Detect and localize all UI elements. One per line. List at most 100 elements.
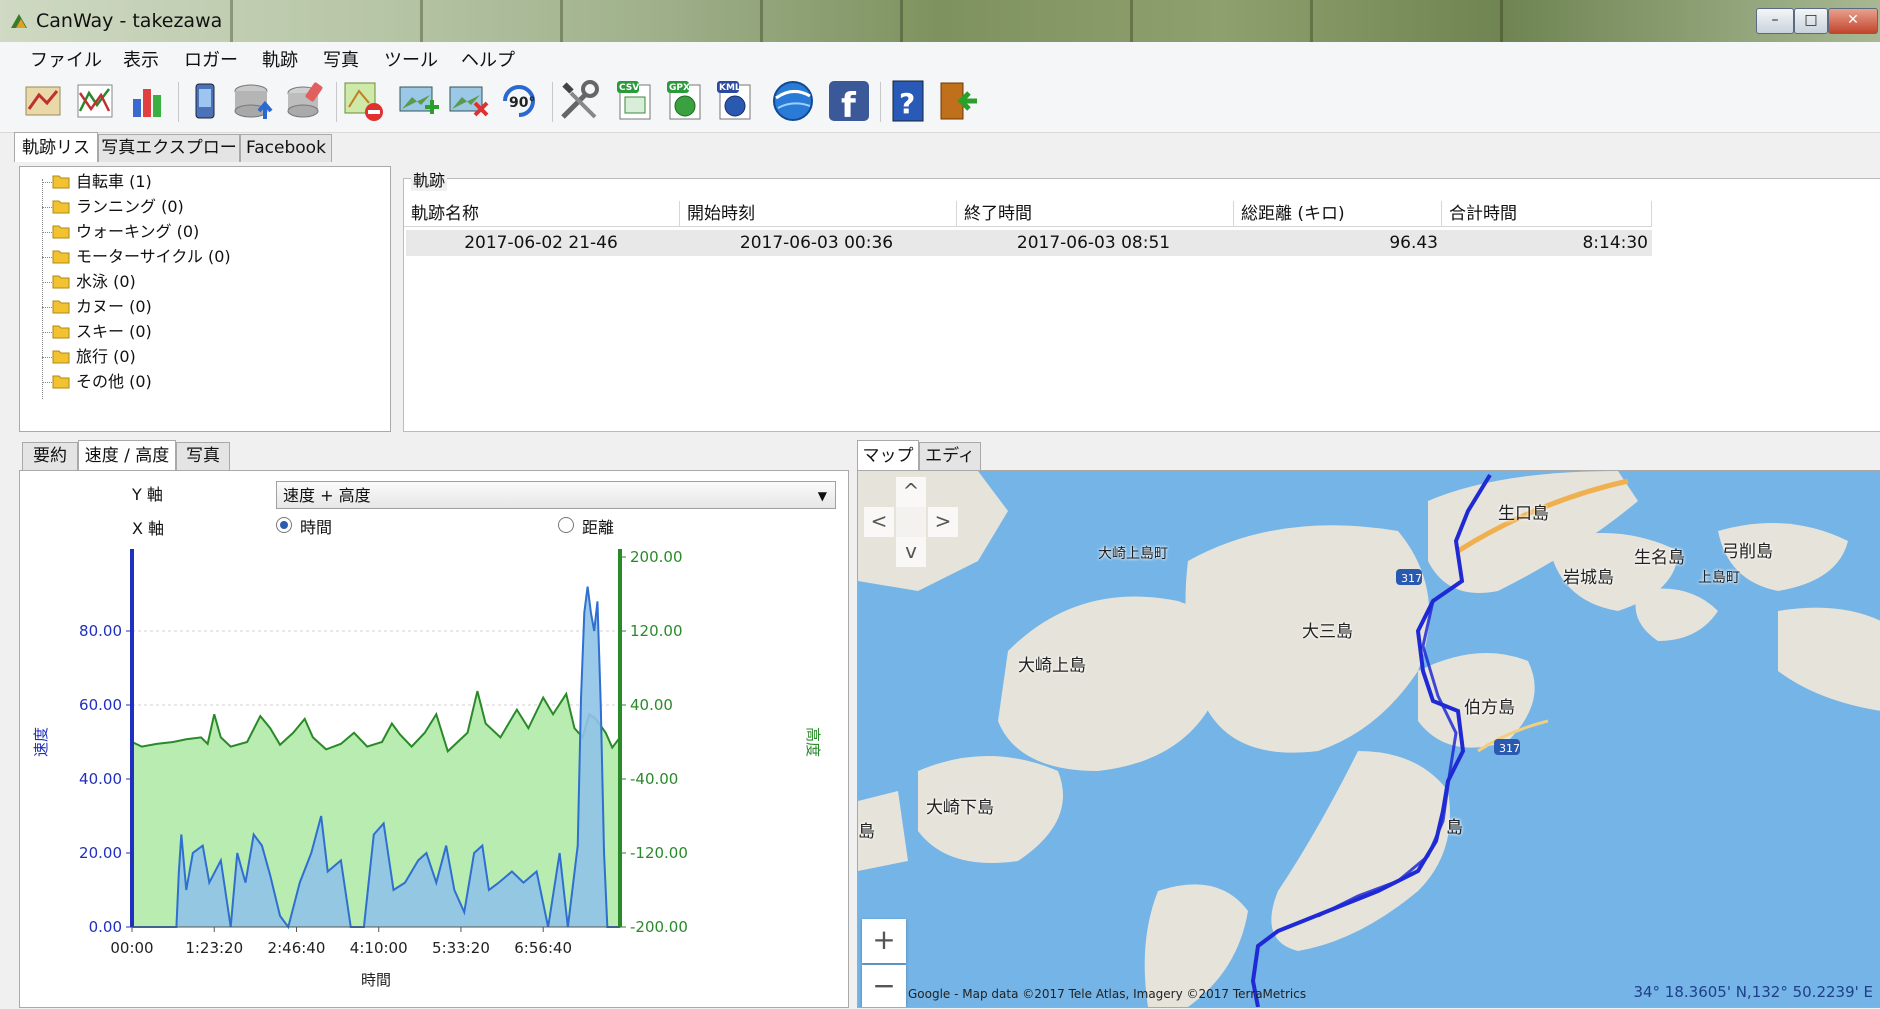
map-pan-up-button[interactable]: ^ [896,477,926,507]
map-view[interactable]: 317 317 生口島 生名島 弓削島 岩城島 上島町 大崎上島町 大三島 大崎… [858,471,1880,1007]
column-header-total-time[interactable]: 合計時間 [1442,201,1652,227]
map-coordinates: 34° 18.3605' N,132° 50.2239' E [1633,983,1873,1001]
tree-item[interactable]: 水泳 (0) [52,271,136,293]
minimize-button[interactable]: – [1756,8,1794,34]
table-row-cell-name[interactable]: 2017-06-02 21-46 [406,230,680,256]
y-tick-label-right: -120.00 [630,844,688,862]
svg-text:GPX: GPX [669,83,690,93]
column-header-end-time[interactable]: 終了時間 [957,201,1234,227]
svg-text:?: ? [899,87,915,120]
tab-track-list[interactable]: 軌跡リスト [14,132,98,189]
csv-icon[interactable]: CSV [612,78,658,124]
help-icon[interactable]: ? [886,78,932,124]
menu-tools[interactable]: ツール [384,46,438,72]
map-label-omishima: 大三島 [1302,622,1353,642]
folder-icon [52,175,70,189]
rotate-90-icon[interactable]: 90° [496,78,542,124]
google-earth-icon[interactable] [770,78,816,124]
map-label-hakatajima: 伯方島 [1464,698,1515,718]
folder-icon [52,200,70,214]
tree-item[interactable]: 旅行 (0) [52,346,136,368]
menu-help[interactable]: ヘルプ [461,46,515,72]
column-header-start-time[interactable]: 開始時刻 [680,201,957,227]
tab-editor[interactable]: エディタ [919,442,981,493]
tab-facebook[interactable]: Facebook [240,134,332,162]
tree-item[interactable]: カヌー (0) [52,296,152,318]
map-icon[interactable] [20,78,66,124]
svg-text:317: 317 [1401,572,1422,585]
menu-track[interactable]: 軌跡 [262,46,298,72]
radio-time-label: 時間 [300,518,333,537]
y-tick-label-right: 40.00 [630,696,673,714]
tree-item-label: カヌー (0) [76,297,152,316]
table-row-cell-time[interactable]: 8:14:30 [1442,230,1652,256]
menu-logger[interactable]: ロガー [184,46,238,72]
tab-photo-explorer[interactable]: 写真エクスプローラ [98,134,240,185]
y-axis-select[interactable]: 速度 + 高度 ▼ [276,481,836,509]
tree-item-label: モーターサイクル (0) [76,247,231,266]
map-zoom-out-button[interactable]: − [862,965,906,1007]
x-tick-label: 2:46:40 [268,939,326,957]
radio-distance[interactable] [558,517,574,533]
column-header-total-distance[interactable]: 総距離 (キロ) [1234,201,1442,227]
map-pan-down-button[interactable]: v [896,537,926,567]
map-panel: 317 317 生口島 生名島 弓削島 岩城島 上島町 大崎上島町 大三島 大崎… [857,470,1880,1008]
tracks-group-label: 軌跡 [411,167,448,191]
tab-speed-altitude[interactable]: 速度 / 高度 [78,440,176,470]
svg-text:90°: 90° [509,95,535,111]
x-tick-label: 5:33:20 [432,939,490,957]
map-attribution: Google - Map data ©2017 Tele Atlas, Imag… [908,987,1307,1001]
device-icon[interactable] [182,78,228,124]
menu-file[interactable]: ファイル [30,46,102,72]
y-axis-title-right: 高度 [804,727,822,757]
tab-summary[interactable]: 要約 [22,442,78,470]
tab-photos[interactable]: 写真 [176,442,230,470]
speed-altitude-chart: 0.00 20.00 40.00 60.00 80.00 -200.00 -120.00 -4… [32,548,822,989]
tree-item[interactable]: その他 (0) [52,371,152,393]
tab-map[interactable]: マップ [857,440,919,470]
radio-distance-label: 距離 [582,518,615,537]
y-axis-select-value: 速度 + 高度 [283,486,371,505]
folder-icon [52,300,70,314]
map-pan-left-button[interactable]: < [864,507,894,537]
tree-item[interactable]: 自転車 (1) [52,171,152,193]
tree-item-label: その他 (0) [76,372,152,391]
kml-icon[interactable]: KML [712,78,758,124]
delete-track-icon[interactable] [340,78,386,124]
menu-view[interactable]: 表示 [123,46,159,72]
chart-panel: Y 軸 速度 + 高度 ▼ X 軸 時間 距離 0.00 20.00 40.00 60… [19,470,849,1008]
facebook-icon[interactable]: f [826,78,872,124]
y-tick-label-right: -40.00 [630,770,678,788]
x-tick-label: 6:56:40 [514,939,572,957]
exit-icon[interactable] [936,78,982,124]
database-upload-icon[interactable] [230,78,276,124]
tools-icon[interactable] [556,78,602,124]
table-row-cell-distance[interactable]: 96.43 [1234,230,1442,256]
tree-item[interactable]: モーターサイクル (0) [52,246,231,268]
menu-photo[interactable]: 写真 [323,46,359,72]
tree-item[interactable]: ウォーキング (0) [52,221,199,243]
column-header-track-name[interactable]: 軌跡名称 [404,201,680,227]
tree-item[interactable]: ランニング (0) [52,196,184,218]
map-label-osakikamijimacho: 大崎上島町 [1098,546,1168,562]
graph-icon[interactable] [72,78,118,124]
bar-chart-icon[interactable] [124,78,170,124]
radio-time[interactable] [276,517,292,533]
eraser-icon[interactable] [282,78,328,124]
map-zoom-in-button[interactable]: + [862,919,906,963]
title-bar: CanWay - takezawa – □ ✕ [0,0,1880,42]
table-row-cell-start[interactable]: 2017-06-03 00:36 [680,230,957,256]
close-button[interactable]: ✕ [1828,8,1878,34]
tracks-table: 軌跡名称 開始時刻 終了時間 総距離 (キロ) 合計時間 2017-06-02 … [403,178,1880,432]
table-row-cell-end[interactable]: 2017-06-03 08:51 [957,230,1234,256]
tree-item[interactable]: スキー (0) [52,321,152,343]
remove-photo-icon[interactable] [446,78,492,124]
y-axis-option-label: Y 軸 [132,485,163,504]
map-label-ikinajima: 生名島 [1634,548,1685,568]
add-photo-icon[interactable] [396,78,442,124]
map-pan-center[interactable] [896,507,926,537]
map-pan-right-button[interactable]: > [928,507,958,537]
maximize-button[interactable]: □ [1794,8,1828,34]
gpx-icon[interactable]: GPX [662,78,708,124]
tree-item-label: スキー (0) [76,322,152,341]
